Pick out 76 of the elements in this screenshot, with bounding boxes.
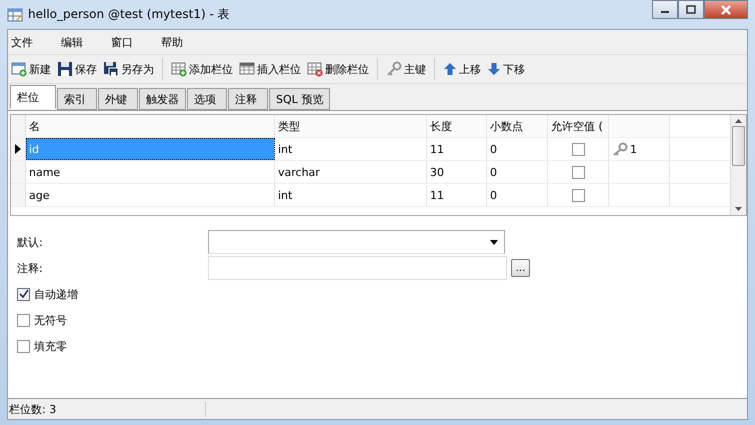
default-dropdown[interactable] — [208, 230, 505, 254]
table-cell: 30 — [427, 161, 487, 183]
scrollbar[interactable] — [730, 115, 746, 215]
key-order: 1 — [630, 142, 637, 156]
tab[interactable]: 索引 — [57, 88, 97, 110]
add-column-icon — [171, 61, 187, 77]
dropdown-arrow-icon — [490, 240, 498, 244]
browse-button[interactable]: ... — [511, 259, 530, 277]
menu-item[interactable]: 文件 — [11, 34, 61, 50]
tab[interactable]: 触发器 — [139, 88, 186, 110]
save-icon — [57, 61, 73, 77]
current-row-icon — [15, 144, 21, 154]
checkbox[interactable] — [572, 188, 584, 202]
table-cell: varchar — [275, 161, 427, 183]
checkbox[interactable] — [572, 142, 584, 156]
tab[interactable]: 外键 — [98, 88, 138, 110]
checkbox[interactable] — [17, 340, 30, 352]
checkbox[interactable] — [572, 166, 584, 178]
column-header: 类型 — [275, 115, 427, 137]
row-header[interactable] — [11, 138, 26, 160]
window-title: hello_person @test (mytest1) - 表 — [28, 6, 230, 23]
table-cell: int — [275, 138, 427, 160]
column-header: 小数点 — [487, 115, 548, 137]
toolbar-button[interactable]: 添加栏位 — [169, 60, 235, 78]
status-text: 栏位数: 3 — [8, 402, 206, 416]
field-label: 默认: — [17, 234, 44, 250]
checkbox[interactable] — [17, 288, 30, 300]
toolbar-button[interactable]: 另存为 — [101, 60, 156, 78]
table-cell: 0 — [487, 138, 548, 160]
checkbox[interactable] — [17, 314, 30, 326]
menu-item[interactable]: 帮助 — [161, 34, 211, 50]
maximize-icon — [686, 5, 696, 14]
table-icon — [7, 6, 23, 22]
key-icon — [386, 61, 402, 77]
table-cell: 0 — [487, 184, 548, 206]
minimize-button[interactable] — [652, 0, 678, 19]
up-arrow-icon — [443, 62, 457, 76]
new-table-icon — [11, 61, 27, 77]
table-cell: int — [275, 184, 427, 206]
toolbar-button[interactable]: 上移 — [441, 60, 483, 78]
table-cell: 11 — [427, 138, 487, 160]
menu-item[interactable]: 窗口 — [111, 34, 161, 50]
tab[interactable]: 注释 — [228, 88, 268, 110]
close-icon — [720, 4, 732, 14]
comment-field[interactable] — [208, 256, 507, 280]
close-button[interactable] — [704, 0, 748, 19]
table-cell: 11 — [427, 184, 487, 206]
scroll-thumb[interactable] — [732, 126, 745, 166]
column-header: 名 — [26, 115, 275, 137]
toolbar-button[interactable]: 删除栏位 — [305, 60, 371, 78]
checkbox-label: 填充零 — [34, 338, 67, 354]
table-cell[interactable]: name — [26, 161, 275, 183]
column-header: 长度 — [427, 115, 487, 137]
table-cell: 0 — [487, 161, 548, 183]
insert-column-icon — [239, 61, 255, 77]
toolbar-button[interactable]: 下移 — [485, 60, 527, 78]
toolbar-button[interactable]: 插入栏位 — [237, 60, 303, 78]
toolbar-button[interactable]: 新建 — [9, 60, 53, 78]
save-as-icon — [103, 61, 119, 77]
checkbox-label: 自动递增 — [34, 286, 78, 302]
maximize-button[interactable] — [678, 0, 704, 19]
field-label: 注释: — [17, 260, 44, 276]
checkbox-label: 无符号 — [34, 312, 67, 328]
toolbar-button[interactable]: 主键 — [384, 60, 428, 78]
scroll-up-icon[interactable] — [735, 119, 742, 123]
menu-item[interactable]: 编辑 — [61, 34, 111, 50]
key-icon — [612, 142, 628, 156]
delete-column-icon — [307, 61, 323, 77]
table-cell[interactable]: age — [26, 184, 275, 206]
column-header: 允许空值 ( — [548, 115, 609, 137]
down-arrow-icon — [487, 62, 501, 76]
scroll-down-icon[interactable] — [735, 207, 742, 211]
toolbar-button[interactable]: 保存 — [55, 60, 99, 78]
tab[interactable]: 选项 — [187, 88, 227, 110]
tab[interactable]: SQL 预览 — [269, 88, 330, 110]
tab[interactable]: 栏位 — [10, 85, 56, 109]
